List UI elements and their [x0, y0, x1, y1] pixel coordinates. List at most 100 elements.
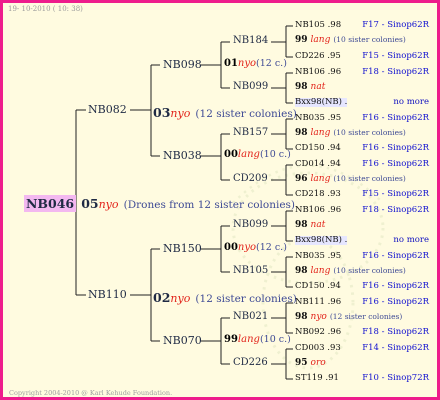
gen4-ancestor-source: F18 - Sinop62R [362, 205, 429, 215]
gen4-ancestor-source: F15 - Sinop62R [362, 51, 429, 61]
gen2-year-1: 01 [224, 58, 238, 69]
gen4-ancestor-id[interactable]: CD150 .94 [295, 282, 341, 291]
focal-colony[interactable]: NB046 05nyo (Drones from 12 sister colon… [24, 195, 296, 212]
gen4-ancestor-id[interactable]: CD014 .94 [295, 160, 341, 169]
gen4-ancestor-id[interactable]: CD003 .93 [295, 344, 341, 353]
gen4-ancestor-id[interactable]: Bxx98(NB) . [295, 236, 348, 245]
gen4-ancestor-id[interactable]: CD150 .94 [295, 144, 341, 153]
gen3-node-1[interactable]: NB184 [233, 36, 268, 46]
gen4-desc: (10 sister colonies) [333, 266, 406, 275]
gen4-desc: (12 sister colonies) [329, 312, 403, 321]
gen4-race: oro [310, 358, 326, 368]
gen4-ancestor-source: F14 - Sinop62R [362, 343, 429, 353]
gen4-ancestor-id[interactable]: CD226 .95 [295, 52, 341, 61]
gen4-ancestor-id[interactable]: Bxx98(NB) . [295, 98, 348, 107]
gen1-drone-year: 02 [153, 290, 171, 305]
gen2-year-3: 00 [224, 242, 238, 253]
gen4-colony-info: 96 lang (10 sister colonies) [295, 175, 406, 184]
gen4-year: 98 [295, 312, 308, 322]
gen3-node-7[interactable]: NB021 [233, 312, 268, 322]
report-date: 19- 10-2010 ( 10: 38) [8, 5, 83, 13]
gen4-ancestor-source: F15 - Sinop62R [362, 189, 429, 199]
gen2-info-4: 99lang(10 c.) [224, 335, 291, 345]
gen4-ancestor-id[interactable]: NB035 .95 [295, 114, 341, 123]
gen4-ancestor-source: F16 - Sinop62R [362, 251, 429, 261]
gen1-queen-year: 03 [153, 105, 171, 120]
gen2-node-1[interactable]: NB098 [163, 59, 202, 70]
gen4-ancestor-source: F10 - Sinop72R [362, 373, 429, 383]
gen2-node-4[interactable]: NB070 [163, 335, 202, 346]
gen2-info-3: 00nyo(12 c.) [224, 243, 287, 253]
gen2-year-2: 00 [224, 149, 238, 160]
gen4-ancestor-id[interactable]: NB092 .96 [295, 328, 341, 337]
focal-desc: (Drones from 12 sister colonies) [123, 199, 296, 211]
gen4-ancestor-source: F16 - Sinop62R [362, 159, 429, 169]
gen1-queen-desc: (12 sister colonies) [195, 108, 297, 120]
gen4-ancestor-source: F16 - Sinop62R [362, 143, 429, 153]
gen1-queen-id[interactable]: NB082 [88, 104, 127, 115]
gen2-race-1: nyo [237, 58, 257, 69]
gen3-node-2[interactable]: NB099 [233, 82, 268, 92]
gen4-colony-info: 98 lang (10 sister colonies) [295, 267, 406, 276]
gen3-node-4[interactable]: CD209 [233, 174, 268, 184]
gen4-race: lang [310, 35, 331, 45]
gen4-desc: (10 sister colonies) [333, 174, 406, 183]
gen3-node-5[interactable]: NB099 [233, 220, 268, 230]
gen4-colony-info: 95 oro [295, 359, 329, 368]
gen4-colony-info: 98 nat [295, 221, 328, 230]
focal-id[interactable]: NB046 [24, 195, 77, 212]
gen4-ancestor-source: F16 - Sinop62R [362, 281, 429, 291]
gen4-year: 98 [295, 128, 308, 138]
gen4-race: nat [310, 220, 326, 230]
gen4-year: 95 [295, 358, 308, 368]
gen2-node-3[interactable]: NB150 [163, 243, 202, 254]
gen4-ancestor-id[interactable]: NB106 .96 [295, 68, 341, 77]
gen4-race: nat [310, 82, 326, 92]
gen4-race: lang [310, 128, 331, 138]
gen2-race-2: lang [237, 149, 260, 160]
gen4-ancestor-id[interactable]: CD218 .93 [295, 190, 341, 199]
gen3-node-6[interactable]: NB105 [233, 266, 268, 276]
gen4-colony-info: 98 lang (10 sister colonies) [295, 129, 406, 138]
gen1-drone-id[interactable]: NB110 [88, 289, 127, 300]
gen2-year-4: 99 [224, 334, 238, 345]
gen4-ancestor-id[interactable]: ST119 .91 [295, 374, 339, 383]
gen2-race-3: nyo [237, 242, 257, 253]
gen4-ancestor-source: F18 - Sinop62R [362, 327, 429, 337]
gen4-race: lang [310, 174, 331, 184]
gen3-node-3[interactable]: NB157 [233, 128, 268, 138]
focal-year: 05 [81, 196, 99, 211]
gen2-node-2[interactable]: NB038 [163, 150, 202, 161]
gen4-ancestor-id[interactable]: NB111 .96 [295, 298, 341, 307]
gen2-desc-1: (12 c.) [256, 58, 287, 69]
gen4-ancestor-source: no more [393, 235, 429, 245]
gen4-year: 98 [295, 82, 308, 92]
gen4-ancestor-id[interactable]: NB106 .96 [295, 206, 341, 215]
gen1-drone-desc: (12 sister colonies) [195, 293, 297, 305]
gen2-race-4: lang [237, 334, 260, 345]
gen4-ancestor-source: F18 - Sinop62R [362, 67, 429, 77]
gen1-queen-race: nyo [170, 107, 191, 120]
gen4-year: 98 [295, 220, 308, 230]
gen2-desc-4: (10 c.) [259, 334, 291, 345]
gen2-info-2: 00lang(10 c.) [224, 150, 291, 160]
focal-race: nyo [98, 198, 119, 211]
gen2-desc-3: (12 c.) [256, 242, 287, 253]
gen4-race: lang [310, 266, 331, 276]
gen4-ancestor-source: F16 - Sinop62R [362, 113, 429, 123]
gen4-ancestor-id[interactable]: NB105 .98 [295, 21, 341, 30]
gen4-ancestor-id[interactable]: NB035 .95 [295, 252, 341, 261]
pedigree-frame: 19- 10-2010 ( 10: 38) Copyright 2004-201… [0, 0, 440, 400]
gen4-colony-info: 99 lang (10 sister colonies) [295, 36, 406, 45]
gen4-desc: (10 sister colonies) [333, 128, 406, 137]
gen4-colony-info: 98 nat [295, 83, 328, 92]
gen4-year: 96 [295, 174, 308, 184]
gen3-node-8[interactable]: CD226 [233, 358, 268, 368]
gen4-year: 98 [295, 266, 308, 276]
gen1-drone-race: nyo [170, 292, 191, 305]
gen4-ancestor-source: F16 - Sinop62R [362, 297, 429, 307]
gen2-info-1: 01nyo(12 c.) [224, 59, 287, 69]
gen4-desc: (10 sister colonies) [333, 35, 406, 44]
gen4-colony-info: 98 nyo (12 sister colonies) [295, 313, 402, 322]
gen2-desc-2: (10 c.) [259, 149, 291, 160]
